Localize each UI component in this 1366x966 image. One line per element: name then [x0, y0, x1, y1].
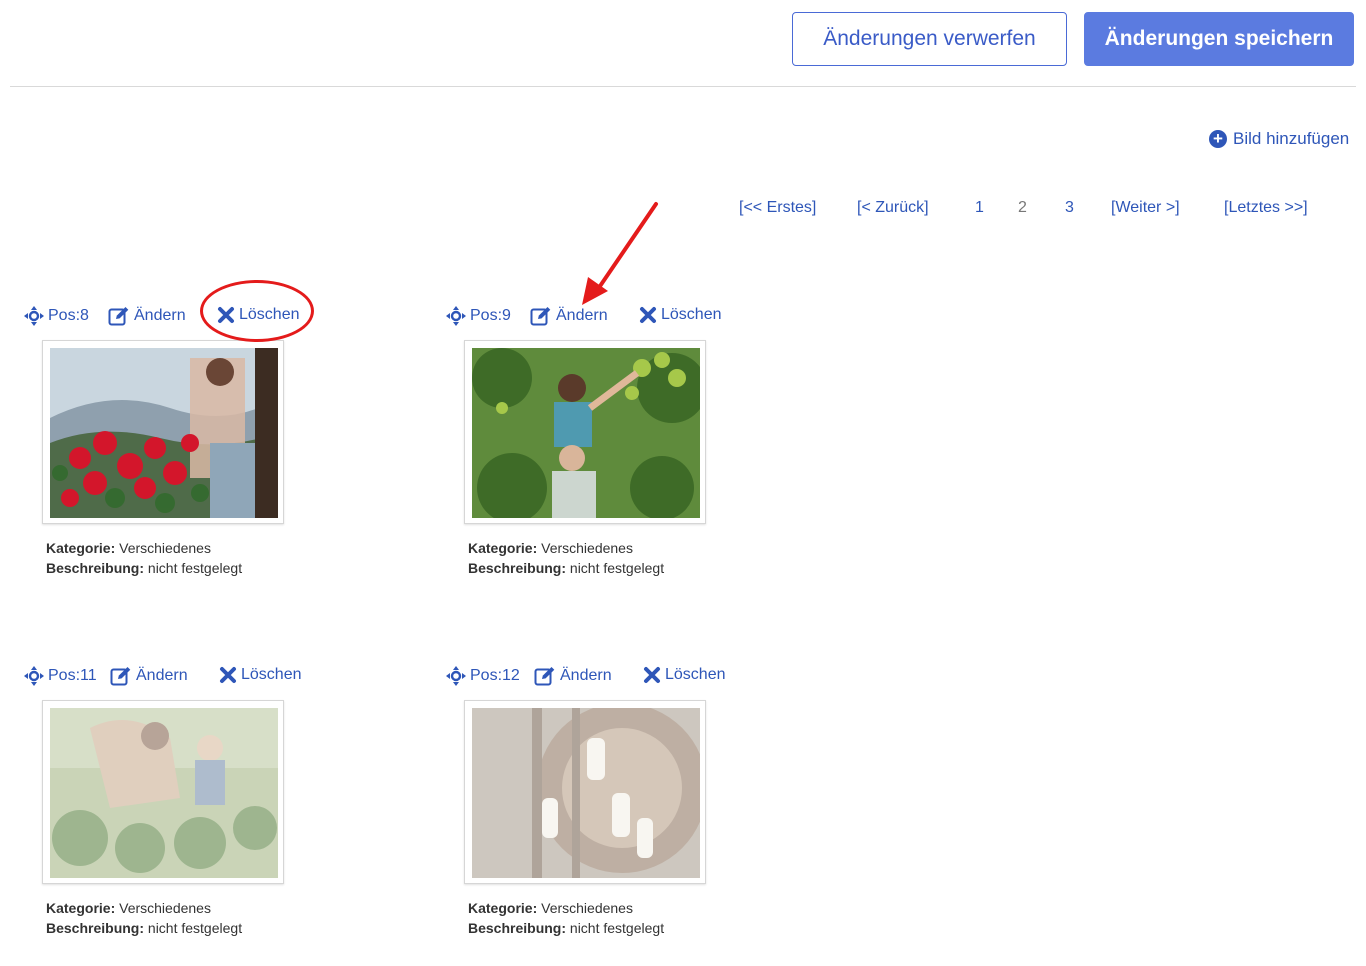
- edit-label: Ändern: [134, 307, 186, 324]
- delete-label: Löschen: [241, 666, 302, 683]
- save-changes-button[interactable]: Änderungen speichern: [1084, 12, 1354, 66]
- pagination-page-1[interactable]: 1: [975, 199, 984, 217]
- pagination-next[interactable]: [Weiter >]: [1111, 199, 1180, 217]
- delete-icon: [640, 307, 656, 323]
- pagination-page-3[interactable]: 3: [1065, 199, 1074, 217]
- move-handle[interactable]: Pos:11: [24, 666, 97, 686]
- pagination-first[interactable]: [<< Erstes]: [739, 199, 816, 217]
- photo-apple-tree-children: [472, 348, 700, 518]
- pagination-page-2-current: 2: [1018, 199, 1027, 216]
- category-label: Kategorie:: [468, 540, 538, 556]
- position-label: Pos:9: [470, 307, 511, 324]
- delete-label: Löschen: [239, 306, 300, 323]
- position-label: Pos:12: [470, 667, 520, 684]
- move-handle[interactable]: Pos:9: [446, 306, 511, 326]
- edit-button[interactable]: Ändern: [110, 666, 188, 686]
- image-card: Pos:8 Ändern Löschen Kategorie: Verschie…: [24, 306, 324, 606]
- delete-label: Löschen: [665, 666, 726, 683]
- add-image-link[interactable]: + Bild hinzufügen: [1209, 129, 1349, 149]
- image-thumbnail[interactable]: [464, 340, 706, 524]
- edit-icon: [530, 307, 551, 326]
- image-meta: Kategorie: Verschiedenes Beschreibung: n…: [468, 898, 664, 938]
- category-label: Kategorie:: [468, 900, 538, 916]
- category-value: Verschiedenes: [119, 540, 211, 556]
- position-label: Pos:11: [48, 667, 97, 684]
- move-handle[interactable]: Pos:12: [446, 666, 520, 686]
- edit-button[interactable]: Ändern: [534, 666, 612, 686]
- move-icon: [24, 306, 44, 326]
- move-icon: [446, 306, 466, 326]
- delete-icon: [644, 667, 660, 683]
- discard-changes-button[interactable]: Änderungen verwerfen: [792, 12, 1067, 66]
- image-card: Pos:9 Ändern Löschen Kategorie: Verschie…: [446, 306, 746, 606]
- edit-icon: [108, 307, 129, 326]
- category-label: Kategorie:: [46, 900, 116, 916]
- delete-button[interactable]: Löschen: [639, 306, 722, 324]
- image-card: Pos:12 Ändern Löschen Kategorie: Verschi…: [446, 666, 746, 966]
- move-handle[interactable]: Pos:8: [24, 306, 89, 326]
- divider: [10, 86, 1356, 87]
- description-value: nicht festgelegt: [569, 560, 665, 576]
- delete-button[interactable]: Löschen: [643, 666, 726, 684]
- photo-garden-planting: [50, 708, 278, 878]
- image-thumbnail[interactable]: [42, 340, 284, 524]
- image-meta: Kategorie: Verschiedenes Beschreibung: n…: [46, 898, 242, 938]
- edit-button[interactable]: Ändern: [108, 306, 186, 326]
- photo-wooden-wheel: [472, 708, 700, 878]
- move-icon: [446, 666, 466, 686]
- image-thumbnail[interactable]: [42, 700, 284, 884]
- description-value: nicht festgelegt: [147, 560, 243, 576]
- category-label: Kategorie:: [46, 540, 116, 556]
- plus-circle-icon: +: [1209, 130, 1227, 148]
- edit-button[interactable]: Ändern: [530, 306, 608, 326]
- photo-flowers-balcony: [50, 348, 278, 518]
- top-toolbar: Änderungen verwerfen Änderungen speicher…: [0, 0, 1366, 86]
- image-meta: Kategorie: Verschiedenes Beschreibung: n…: [46, 538, 242, 578]
- position-label: Pos:8: [48, 307, 89, 324]
- delete-button[interactable]: Löschen: [219, 666, 302, 684]
- edit-label: Ändern: [560, 667, 612, 684]
- image-meta: Kategorie: Verschiedenes Beschreibung: n…: [468, 538, 664, 578]
- pagination-prev[interactable]: [< Zurück]: [857, 199, 929, 217]
- pagination-last[interactable]: [Letztes >>]: [1224, 199, 1308, 217]
- delete-icon: [220, 667, 236, 683]
- edit-icon: [110, 667, 131, 686]
- category-value: Verschiedenes: [541, 540, 633, 556]
- description-label: Beschreibung:: [46, 560, 145, 576]
- category-value: Verschiedenes: [119, 900, 211, 916]
- delete-button[interactable]: Löschen: [217, 306, 300, 324]
- pagination: [<< Erstes] [< Zurück] 1 2 3 [Weiter >] …: [0, 199, 1366, 223]
- delete-label: Löschen: [661, 306, 722, 323]
- delete-icon: [218, 307, 234, 323]
- move-icon: [24, 666, 44, 686]
- description-label: Beschreibung:: [468, 560, 567, 576]
- image-thumbnail[interactable]: [464, 700, 706, 884]
- category-value: Verschiedenes: [541, 900, 633, 916]
- edit-label: Ändern: [136, 667, 188, 684]
- image-card: Pos:11 Ändern Löschen Kategorie: Verschi…: [24, 666, 324, 966]
- add-image-label: Bild hinzufügen: [1233, 129, 1350, 148]
- edit-icon: [534, 667, 555, 686]
- edit-label: Ändern: [556, 307, 608, 324]
